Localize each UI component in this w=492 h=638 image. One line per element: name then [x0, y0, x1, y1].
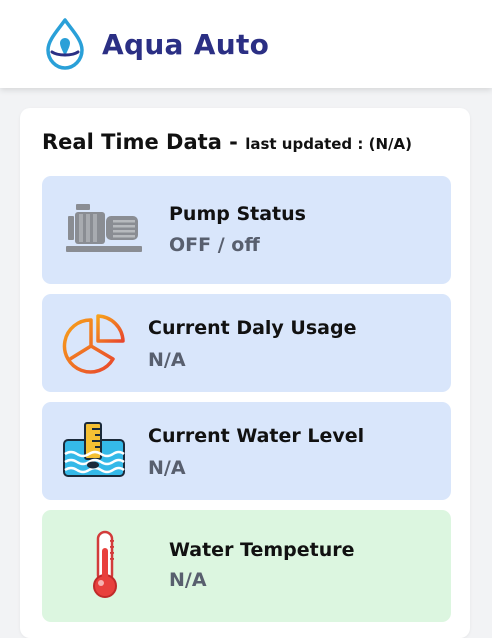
water-level-value: N/A — [148, 457, 186, 479]
pump-icon — [66, 204, 142, 252]
water-level-label: Current Water Level — [148, 425, 365, 447]
pump-status-card[interactable]: Pump Status OFF / off — [42, 176, 451, 284]
water-temperature-card[interactable]: Water Tempeture N/A — [42, 510, 451, 622]
water-drop-icon — [46, 18, 84, 70]
water-temperature-value: N/A — [169, 569, 207, 591]
pump-status-value: OFF / off — [169, 234, 260, 256]
daily-usage-value: N/A — [148, 349, 186, 371]
app-title: Aqua Auto — [102, 28, 270, 61]
daily-usage-label: Current Daly Usage — [148, 317, 357, 339]
daily-usage-card[interactable]: Current Daly Usage N/A — [42, 294, 451, 392]
pie-chart-icon — [62, 314, 125, 374]
pump-status-label: Pump Status — [169, 203, 306, 225]
section-title: Real Time Data - last updated : (N/A) — [42, 128, 412, 158]
water-level-icon — [63, 422, 125, 477]
thermometer-icon — [93, 530, 117, 598]
water-level-card[interactable]: Current Water Level N/A — [42, 402, 451, 500]
section-title-text: Real Time Data - — [42, 130, 238, 154]
water-temperature-label: Water Tempeture — [169, 539, 355, 561]
app-header: Aqua Auto — [0, 0, 492, 88]
last-updated-text: last updated : (N/A) — [245, 135, 412, 153]
